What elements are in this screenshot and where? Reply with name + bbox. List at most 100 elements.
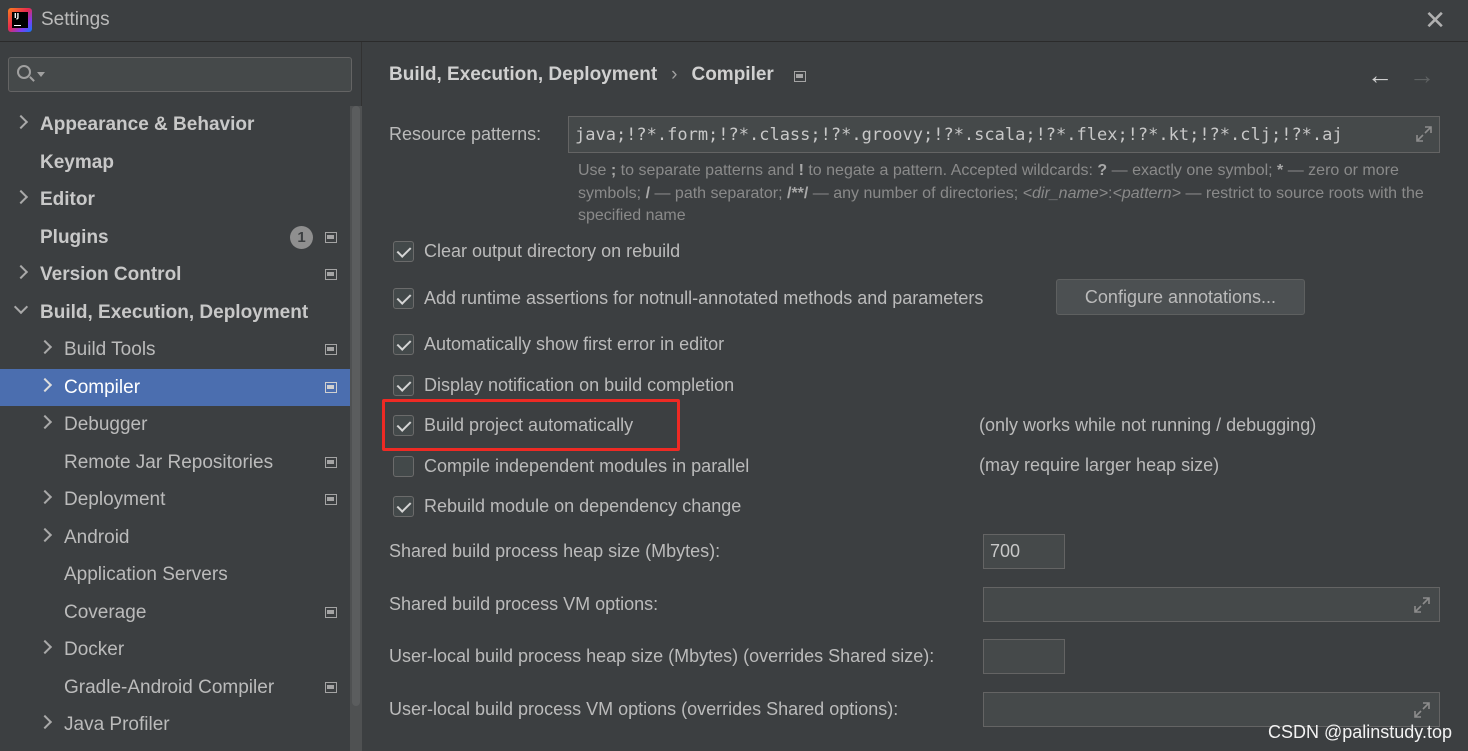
- configure-annotations-button[interactable]: Configure annotations...: [1056, 279, 1305, 315]
- user-heap-label: User-local build process heap size (Mbyt…: [389, 646, 935, 666]
- intellij-logo-icon: IJ: [8, 8, 32, 32]
- watermark: CSDN @palinstudy.top: [1267, 722, 1452, 742]
- chevron-right-icon[interactable]: [13, 114, 29, 130]
- breadcrumb-separator: ›: [671, 64, 678, 85]
- plugins-update-badge: 1: [290, 225, 313, 249]
- project-settings-icon: [325, 344, 337, 355]
- chevron-right-icon[interactable]: [37, 377, 53, 392]
- search-icon: [17, 65, 31, 79]
- user-vm-options-label: User-local build process VM options (ove…: [389, 699, 899, 719]
- breadcrumb-parent[interactable]: Build, Execution, Deployment: [389, 64, 657, 85]
- back-arrow-icon[interactable]: ←: [1367, 60, 1393, 91]
- resource-patterns-input[interactable]: [575, 121, 1405, 149]
- project-settings-icon: [325, 231, 337, 243]
- checkbox-label: Display notification on build completion: [424, 375, 735, 395]
- tree-item-editor[interactable]: Editor: [0, 181, 350, 219]
- settings-search[interactable]: [8, 57, 352, 92]
- settings-search-input[interactable]: [49, 62, 344, 88]
- tree-item-label: Android: [64, 526, 130, 548]
- user-vm-options-input[interactable]: [990, 696, 1390, 722]
- tree-item-build-tools[interactable]: Build Tools: [0, 331, 350, 369]
- window-title: Settings: [41, 9, 110, 30]
- close-icon[interactable]: ✕: [1424, 6, 1446, 34]
- user-heap-field[interactable]: [983, 639, 1065, 674]
- tree-item-label: Editor: [40, 189, 95, 210]
- chevron-right-icon[interactable]: [13, 264, 29, 280]
- chevron-right-icon[interactable]: [37, 714, 53, 730]
- tree-item-build-execution-deployment[interactable]: Build, Execution, Deployment: [0, 294, 350, 332]
- tree-item-keymap[interactable]: Keymap: [0, 144, 350, 182]
- tree-item-plugins[interactable]: Plugins 1: [0, 219, 350, 257]
- tree-item-label: Build Tools: [64, 339, 156, 360]
- checkbox-checked[interactable]: [393, 334, 414, 355]
- project-settings-icon: [794, 71, 806, 82]
- expand-icon[interactable]: [1415, 125, 1433, 143]
- checkbox-unchecked[interactable]: [393, 456, 414, 477]
- resource-patterns-field[interactable]: [568, 116, 1440, 153]
- tree-item-label: Keymap: [40, 151, 114, 173]
- checkbox-checked[interactable]: [393, 241, 414, 262]
- chevron-down-icon[interactable]: [13, 299, 29, 314]
- tree-item-label: Coverage: [64, 601, 147, 623]
- tree-item-appearance-behavior[interactable]: Appearance & Behavior: [0, 106, 350, 144]
- checkbox-label: Compile independent modules in parallel: [424, 456, 750, 476]
- checkbox-label: Clear output directory on rebuild: [424, 241, 681, 261]
- forward-arrow-icon[interactable]: →: [1409, 60, 1435, 91]
- checkbox-checked[interactable]: [393, 375, 414, 396]
- checkbox-checked[interactable]: [393, 288, 414, 309]
- user-heap-input[interactable]: [990, 643, 1050, 669]
- tree-item-label: Docker: [64, 639, 125, 660]
- shared-heap-label: Shared build process heap size (Mbytes):: [389, 541, 721, 561]
- chevron-right-icon[interactable]: [37, 489, 53, 505]
- resource-patterns-hint: Use ; to separate patterns and ! to nega…: [578, 162, 1424, 224]
- tree-item-compiler[interactable]: Compiler: [0, 368, 350, 406]
- sidebar-scrollbar[interactable]: [350, 106, 362, 751]
- tree-item-coverage[interactable]: Coverage: [0, 594, 350, 632]
- parallel-compile-note: (may require larger heap size): [979, 455, 1220, 475]
- tree-item-label: Debugger: [64, 414, 148, 435]
- settings-sidebar: Appearance & Behavior Keymap Editor Plug…: [0, 42, 362, 751]
- tree-item-android[interactable]: Android: [0, 519, 350, 557]
- chevron-right-icon[interactable]: [37, 639, 53, 655]
- tree-item-remote-jar-repositories[interactable]: Remote Jar Repositories: [0, 444, 350, 482]
- tree-item-label: Build, Execution, Deployment: [40, 301, 309, 323]
- shared-vm-options-field[interactable]: [983, 587, 1440, 622]
- tree-item-label: Java Profiler: [64, 714, 170, 735]
- project-settings-icon: [325, 456, 337, 468]
- compiler-settings-panel: Build, Execution, Deployment › Compiler ← …: [363, 42, 1468, 751]
- tree-item-docker[interactable]: Docker: [0, 631, 350, 669]
- expand-icon[interactable]: [1413, 596, 1431, 614]
- chevron-right-icon[interactable]: [37, 527, 53, 542]
- tree-item-debugger[interactable]: Debugger: [0, 406, 350, 444]
- project-settings-icon: [325, 381, 337, 393]
- build-automatically-note: (only works while not running / debuggin…: [979, 415, 1317, 435]
- scrollbar-thumb[interactable]: [352, 106, 360, 706]
- project-settings-icon: [325, 269, 337, 280]
- tree-item-deployment[interactable]: Deployment: [0, 481, 350, 519]
- tree-item-application-servers[interactable]: Application Servers: [0, 556, 350, 594]
- checkbox-label: Add runtime assertions for notnull-annot…: [424, 288, 984, 308]
- tree-item-version-control[interactable]: Version Control: [0, 256, 350, 294]
- annotation-highlight-box: [382, 399, 680, 451]
- chevron-right-icon[interactable]: [37, 414, 53, 430]
- shared-vm-options-input[interactable]: [990, 591, 1390, 617]
- tree-item-java-profiler[interactable]: Java Profiler: [0, 706, 350, 744]
- checkbox-label: Automatically show first error in editor: [424, 334, 725, 354]
- tree-item-label: Version Control: [40, 264, 182, 285]
- chevron-right-icon[interactable]: [37, 339, 53, 355]
- settings-tree: Appearance & Behavior Keymap Editor Plug…: [0, 106, 350, 744]
- checkbox-label: Rebuild module on dependency change: [424, 496, 742, 516]
- expand-icon[interactable]: [1413, 701, 1431, 719]
- search-options-caret-icon[interactable]: [37, 72, 45, 77]
- title-bar: IJ Settings ✕: [0, 0, 1468, 42]
- shared-heap-input[interactable]: [990, 538, 1050, 564]
- tree-item-label: Compiler: [64, 376, 141, 398]
- resource-patterns-label: Resource patterns:: [389, 124, 542, 144]
- tree-item-gradle-android-compiler[interactable]: Gradle-Android Compiler: [0, 669, 350, 707]
- project-settings-icon: [325, 606, 337, 618]
- chevron-right-icon[interactable]: [13, 189, 29, 205]
- shared-heap-field[interactable]: [983, 534, 1065, 569]
- tree-item-label: Remote Jar Repositories: [64, 451, 274, 473]
- tree-item-label: Appearance & Behavior: [40, 114, 255, 135]
- checkbox-checked[interactable]: [393, 496, 414, 517]
